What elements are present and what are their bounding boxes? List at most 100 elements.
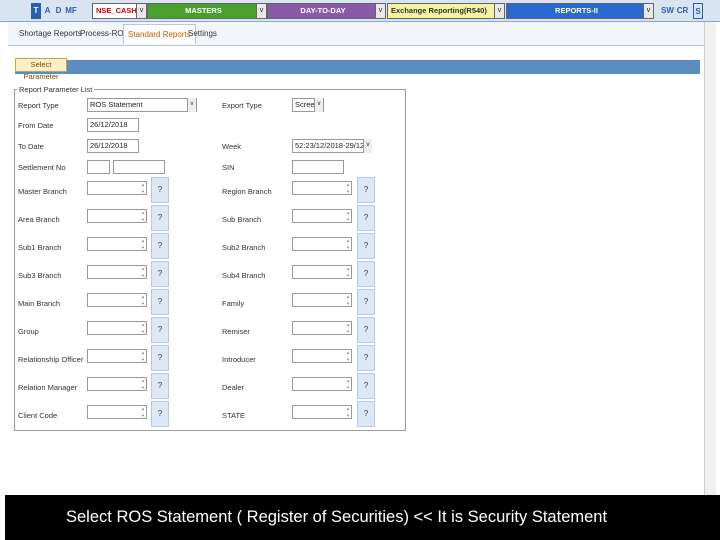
right-field-label: Dealer xyxy=(222,383,245,392)
sub1-branch-lookup-button[interactable]: ? xyxy=(151,233,169,259)
spinner-icon[interactable]: ▲ ▼ xyxy=(141,405,145,419)
chevron-down-icon[interactable]: v xyxy=(136,3,147,19)
relation-manager-lookup-button[interactable]: ? xyxy=(151,373,169,399)
spinner-icon[interactable]: ▲ ▼ xyxy=(346,349,350,363)
relationship-officer-lookup-button[interactable]: ? xyxy=(151,345,169,371)
main-branch-input[interactable] xyxy=(87,293,147,307)
spinner-icon[interactable]: ▲ ▼ xyxy=(141,293,145,307)
right-field-label: Region Branch xyxy=(222,187,272,196)
chevron-down-icon[interactable]: v xyxy=(256,3,267,19)
sub2-branch-lookup-button[interactable]: ? xyxy=(357,233,375,259)
client-code-input[interactable] xyxy=(87,405,147,419)
left-field-label: Relationship Officer xyxy=(18,355,84,364)
spinner-icon[interactable]: ▲ ▼ xyxy=(141,209,145,223)
spinner-icon[interactable]: ▲ ▼ xyxy=(346,237,350,251)
spinner-icon[interactable]: ▲ ▼ xyxy=(141,181,145,195)
remiser-input[interactable] xyxy=(292,321,352,335)
spinner-icon[interactable]: ▲ ▼ xyxy=(141,265,145,279)
state-lookup-button[interactable]: ? xyxy=(357,401,375,427)
left-field-label: Relation Manager xyxy=(18,383,78,392)
export-type-label: Export Type xyxy=(222,101,262,110)
master-branch-input[interactable] xyxy=(87,181,147,195)
client-code-lookup-button[interactable]: ? xyxy=(151,401,169,427)
sub4-branch-input[interactable] xyxy=(292,265,352,279)
spinner-icon[interactable]: ▲ ▼ xyxy=(346,377,350,391)
settlement-no-label: Settlement No xyxy=(18,163,66,172)
menu-d-button[interactable]: D xyxy=(54,3,63,19)
right-field-label: Remiser xyxy=(222,327,250,336)
dealer-input[interactable] xyxy=(292,377,352,391)
family-input[interactable] xyxy=(292,293,352,307)
spinner-icon[interactable]: ▲ ▼ xyxy=(346,293,350,307)
right-field-label: STATE xyxy=(222,411,246,420)
day-to-day-menu[interactable]: DAY-TO-DAY xyxy=(267,3,376,19)
right-field-label: Introducer xyxy=(222,355,256,364)
spinner-icon[interactable]: ▲ ▼ xyxy=(346,209,350,223)
spinner-icon[interactable]: ▲ ▼ xyxy=(141,377,145,391)
chevron-down-icon[interactable]: v xyxy=(187,98,196,112)
introducer-input[interactable] xyxy=(292,349,352,363)
relationship-officer-input[interactable] xyxy=(87,349,147,363)
menu-sw-button[interactable]: SW xyxy=(661,3,674,19)
to-date-input[interactable]: 26/12/2018 xyxy=(87,139,139,153)
tab-select-parameter[interactable]: Select Parameter xyxy=(15,58,67,81)
exchange-select[interactable]: NSE_CASH xyxy=(92,3,137,19)
left-field-label: Main Branch xyxy=(18,299,61,308)
chevron-down-icon[interactable]: v xyxy=(363,139,372,153)
right-field-label: Sub4 Branch xyxy=(222,271,266,280)
master-branch-lookup-button[interactable]: ? xyxy=(151,177,169,203)
report-type-select[interactable]: ROS Statement xyxy=(87,98,197,112)
sub3-branch-input[interactable] xyxy=(87,265,147,279)
left-field-label: Client Code xyxy=(18,411,58,420)
vertical-scrollbar[interactable] xyxy=(704,22,716,497)
to-date-label: To Date xyxy=(18,142,44,151)
group-input[interactable] xyxy=(87,321,147,335)
spinner-icon[interactable]: ▲ ▼ xyxy=(346,265,350,279)
sub-branch-lookup-button[interactable]: ? xyxy=(357,205,375,231)
group-lookup-button[interactable]: ? xyxy=(151,317,169,343)
menu-s-button[interactable]: S xyxy=(693,3,703,19)
family-lookup-button[interactable]: ? xyxy=(357,289,375,315)
left-field-label: Area Branch xyxy=(18,215,60,224)
exchange-reporting-menu[interactable]: Exchange Reporting(R540) xyxy=(387,3,495,19)
dealer-lookup-button[interactable]: ? xyxy=(357,373,375,399)
right-field-label: Sub2 Branch xyxy=(222,243,266,252)
area-branch-lookup-button[interactable]: ? xyxy=(151,205,169,231)
week-select[interactable]: 52:23/12/2018-29/12/2018 xyxy=(292,139,372,153)
spinner-icon[interactable]: ▲ ▼ xyxy=(346,181,350,195)
area-branch-input[interactable] xyxy=(87,209,147,223)
spinner-icon[interactable]: ▲ ▼ xyxy=(141,237,145,251)
from-date-input[interactable]: 26/12/2018 xyxy=(87,118,139,132)
sin-input[interactable] xyxy=(292,160,344,174)
settlement-no-input-1[interactable] xyxy=(87,160,110,174)
sub4-branch-lookup-button[interactable]: ? xyxy=(357,261,375,287)
spinner-icon[interactable]: ▲ ▼ xyxy=(346,321,350,335)
state-input[interactable] xyxy=(292,405,352,419)
sub-branch-input[interactable] xyxy=(292,209,352,223)
sub2-branch-input[interactable] xyxy=(292,237,352,251)
masters-menu[interactable]: MASTERS xyxy=(147,3,257,19)
menu-a-button[interactable]: A xyxy=(43,3,52,19)
region-branch-lookup-button[interactable]: ? xyxy=(357,177,375,203)
introducer-lookup-button[interactable]: ? xyxy=(357,345,375,371)
sub1-branch-input[interactable] xyxy=(87,237,147,251)
remiser-lookup-button[interactable]: ? xyxy=(357,317,375,343)
relation-manager-input[interactable] xyxy=(87,377,147,391)
chevron-down-icon[interactable]: v xyxy=(314,98,323,112)
main-branch-lookup-button[interactable]: ? xyxy=(151,289,169,315)
chevron-down-icon[interactable]: v xyxy=(494,3,505,19)
spinner-icon[interactable]: ▲ ▼ xyxy=(141,349,145,363)
menu-t-button[interactable]: T xyxy=(31,3,41,19)
menu-cr-button[interactable]: CR xyxy=(676,3,689,19)
spinner-icon[interactable]: ▲ ▼ xyxy=(346,405,350,419)
chevron-down-icon[interactable]: v xyxy=(375,3,386,19)
sub3-branch-lookup-button[interactable]: ? xyxy=(151,261,169,287)
settlement-no-input-2[interactable] xyxy=(113,160,165,174)
region-branch-input[interactable] xyxy=(292,181,352,195)
chevron-down-icon[interactable]: v xyxy=(643,3,654,19)
reports-menu[interactable]: REPORTS-II xyxy=(506,3,644,19)
menu-mf-button[interactable]: MF xyxy=(65,3,77,19)
spinner-icon[interactable]: ▲ ▼ xyxy=(141,321,145,335)
left-field-label: Sub1 Branch xyxy=(18,243,62,252)
tab-settings[interactable]: Settings xyxy=(184,24,221,44)
